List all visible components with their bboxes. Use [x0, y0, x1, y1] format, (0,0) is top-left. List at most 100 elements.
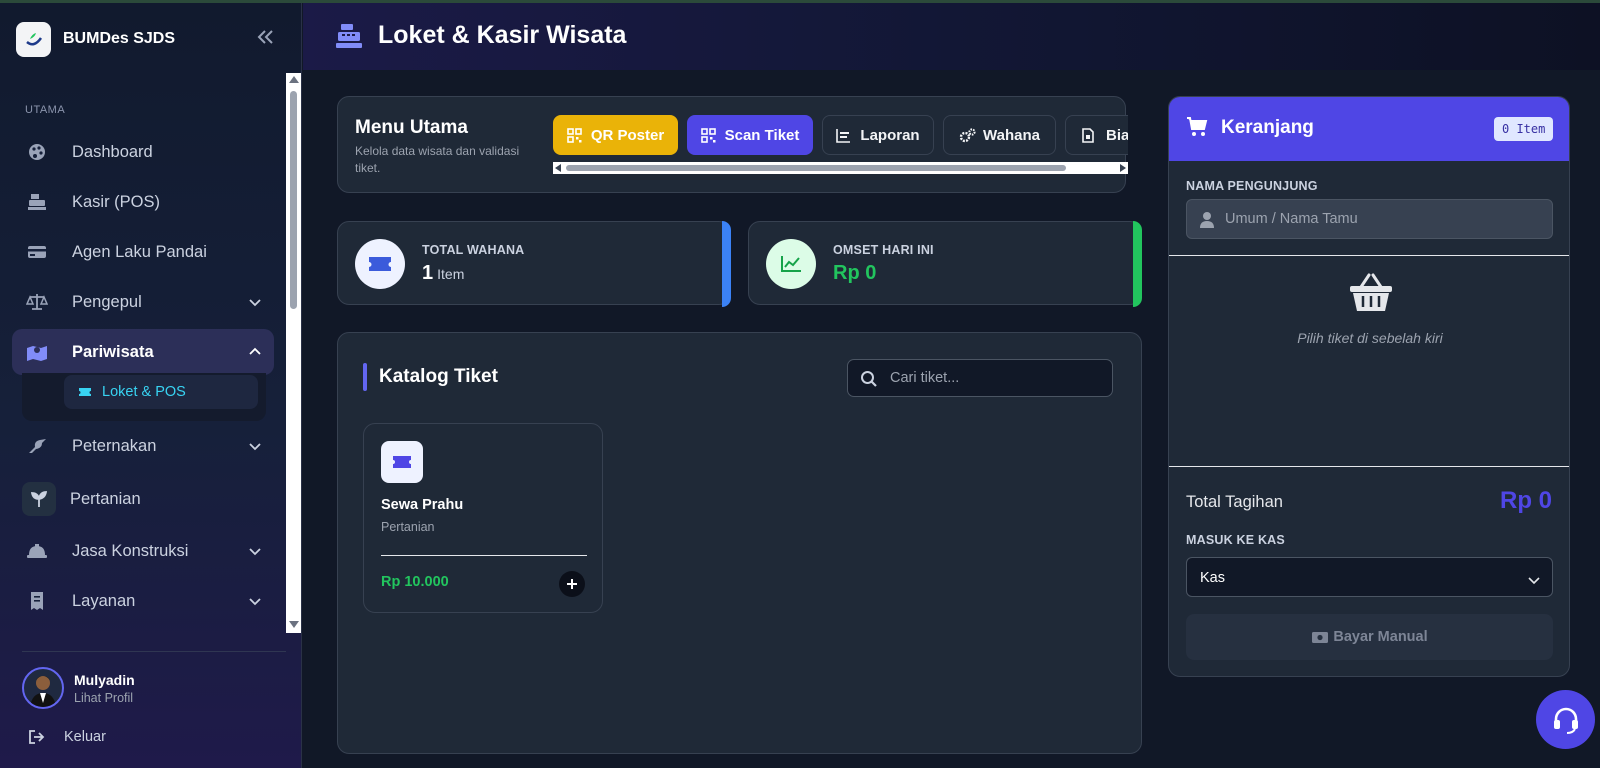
cart-header: Keranjang 0 Item [1169, 97, 1569, 161]
page-header: Loket & Kasir Wisata [303, 3, 1600, 70]
avatar [22, 667, 64, 709]
chevron-down-icon [248, 544, 262, 558]
brand[interactable]: BUMDes SJDS [16, 21, 175, 57]
file-invoice-icon [1082, 127, 1097, 143]
ticket-icon [381, 441, 423, 483]
user-name: Mulyadin [74, 671, 135, 688]
ticket-name: Sewa Prahu [381, 497, 464, 513]
scroll-up-icon[interactable] [289, 76, 299, 83]
tab-label: Laporan [860, 126, 920, 144]
cart-empty-text: Pilih tiket di sebelah kiri [1297, 330, 1443, 346]
manual-pay-button[interactable]: Bayar Manual [1186, 614, 1553, 660]
plus-icon [567, 579, 577, 589]
sidebar-item-jasa-konstruksi[interactable]: Jasa Konstruksi [12, 528, 274, 574]
catalog-title: Katalog Tiket [379, 366, 498, 387]
brand-logo-icon [16, 21, 51, 57]
tab-scan-tiket[interactable]: Scan Tiket [687, 115, 813, 155]
palette-icon [25, 140, 49, 164]
sidebar-item-label: Layanan [72, 591, 136, 610]
tab-biaya[interactable]: Bia [1065, 115, 1128, 155]
search-icon [860, 370, 878, 388]
sidebar-item-label: Jasa Konstruksi [72, 541, 189, 560]
ticket-icon [355, 239, 405, 289]
chevron-down-icon [248, 295, 262, 309]
tab-label: Scan Tiket [724, 126, 800, 144]
cart-divider [1169, 255, 1569, 256]
sidebar-item-agen[interactable]: Agen Laku Pandai [12, 229, 274, 275]
ticket-search[interactable] [847, 359, 1113, 397]
scrollbar-thumb[interactable] [566, 165, 1066, 171]
chevron-down-icon [248, 594, 262, 608]
pay-button-label: Bayar Manual [1333, 629, 1428, 645]
seedling-icon [22, 482, 56, 516]
stat-accent-bar [1133, 221, 1142, 307]
ticket-category: Pertanian [381, 520, 435, 534]
user-profile[interactable]: Mulyadin Lihat Profil [22, 667, 135, 709]
shopping-basket-icon [1349, 273, 1393, 313]
profile-divider [22, 651, 286, 652]
ticket-catalog-card: Katalog Tiket Sewa Prahu Pertanian Rp 10… [337, 332, 1142, 754]
support-chat-button[interactable] [1536, 690, 1595, 749]
sidebar-item-pertanian[interactable]: Pertanian [12, 476, 274, 522]
submenu-item-loket-pos[interactable]: Loket & POS [64, 375, 258, 409]
sidebar-item-label: Peternakan [72, 436, 157, 455]
submenu-pariwisata: Loket & POS [22, 373, 266, 421]
stat-label: OMSET HARI INI [833, 243, 934, 257]
tab-label: Bia [1106, 126, 1128, 144]
chevron-up-icon [248, 345, 262, 359]
ticket-icon [78, 386, 92, 398]
tab-qr-poster[interactable]: QR Poster [553, 115, 678, 155]
visitor-name-input[interactable] [1225, 200, 1545, 238]
collapse-sidebar-icon[interactable] [256, 29, 278, 49]
sign-out-icon [28, 729, 46, 745]
chevron-down-icon [1528, 572, 1540, 585]
visitor-name-field[interactable] [1186, 199, 1553, 239]
view-profile-link[interactable]: Lihat Profil [74, 691, 135, 705]
scrollbar-thumb[interactable] [290, 91, 297, 309]
brand-name: BUMDes SJDS [63, 30, 176, 47]
main-menu-card: Menu Utama Kelola data wisata dan valida… [337, 96, 1128, 193]
receipt-icon [25, 589, 49, 613]
qrcode-icon [700, 127, 716, 143]
nav-section-label: UTAMA [25, 104, 66, 116]
tabs-scrollbar[interactable] [553, 162, 1128, 174]
sidebar-item-peternakan[interactable]: Peternakan [12, 423, 274, 469]
crow-icon [25, 434, 49, 458]
sidebar-scrollbar[interactable] [286, 73, 301, 633]
visitor-name-label: NAMA PENGUNJUNG [1186, 179, 1318, 193]
credit-card-icon [25, 240, 49, 264]
tab-laporan[interactable]: Laporan [822, 115, 934, 155]
search-input[interactable] [890, 360, 1100, 396]
scroll-down-icon[interactable] [289, 621, 299, 628]
ticket-price: Rp 10.000 [381, 574, 449, 590]
cart-divider [1169, 466, 1569, 467]
stat-label: TOTAL WAHANA [422, 243, 525, 257]
tab-wahana[interactable]: Wahana [943, 115, 1056, 155]
shopping-cart-icon [1186, 117, 1208, 137]
sidebar-item-label: Agen Laku Pandai [72, 242, 207, 261]
headset-icon [1553, 707, 1578, 734]
cash-account-select[interactable]: Kas [1186, 557, 1553, 597]
ticket-card[interactable]: Sewa Prahu Pertanian Rp 10.000 [363, 423, 603, 613]
sidebar: BUMDes SJDS UTAMA Dashboard Kasir (POS) … [0, 3, 302, 768]
stat-card-omset: OMSET HARI INI Rp 0 [748, 221, 1142, 307]
scroll-left-icon[interactable] [555, 164, 561, 172]
select-value: Kas [1200, 570, 1225, 586]
add-to-cart-button[interactable] [559, 571, 585, 597]
sidebar-item-label: Pengepul [72, 292, 142, 311]
sidebar-item-pengepul[interactable]: Pengepul [12, 279, 274, 325]
map-location-icon [25, 340, 49, 364]
sidebar-item-pariwisata[interactable]: Pariwisata [12, 329, 274, 375]
scroll-right-icon[interactable] [1120, 164, 1126, 172]
sidebar-item-dashboard[interactable]: Dashboard [12, 129, 274, 175]
user-icon [1199, 211, 1215, 228]
stat-value: Rp 0 [833, 262, 877, 284]
main-menu-title: Menu Utama [355, 117, 468, 138]
sidebar-item-layanan[interactable]: Layanan [12, 578, 274, 624]
sidebar-item-kasir[interactable]: Kasir (POS) [12, 179, 274, 225]
sidebar-nav: UTAMA Dashboard Kasir (POS) Agen Laku Pa… [0, 73, 302, 633]
chart-bar-icon [836, 128, 851, 143]
tab-label: QR Poster [590, 126, 665, 144]
stat-unit: Item [437, 266, 465, 282]
logout-button[interactable]: Keluar [28, 729, 106, 745]
